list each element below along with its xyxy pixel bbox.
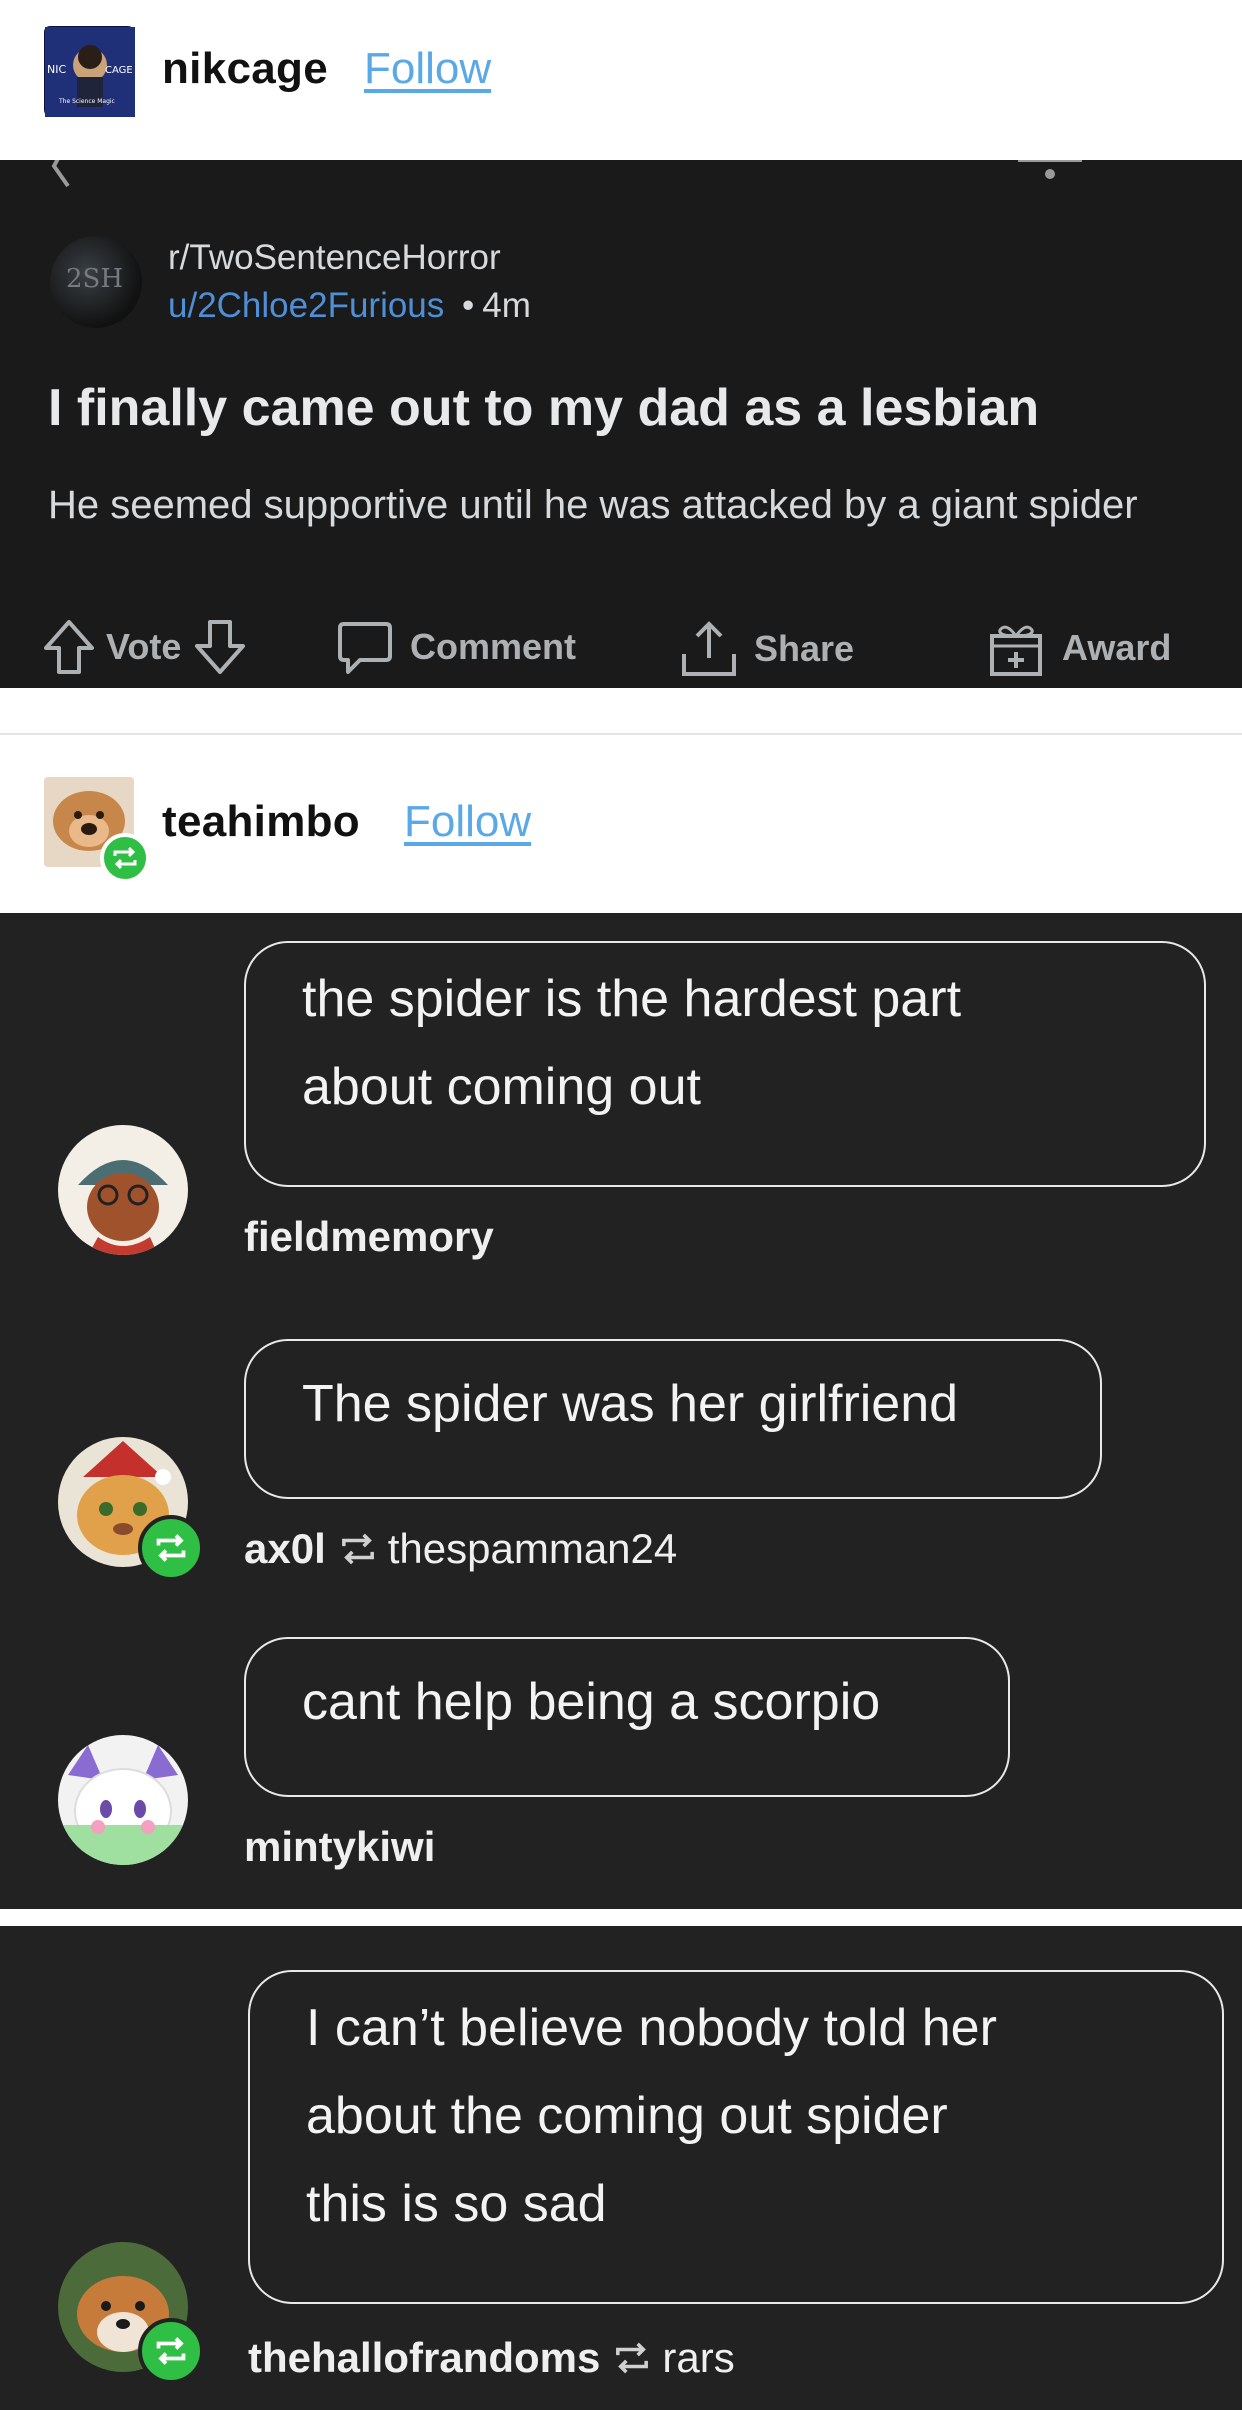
post-time: 4m <box>482 286 531 325</box>
fieldmemory-avatar-image <box>58 1125 188 1255</box>
chat-text-line: I can’t believe nobody told her <box>306 1999 997 2057</box>
downvote-arrow-icon[interactable] <box>193 618 247 676</box>
chat-text-line: about coming out <box>302 1058 701 1116</box>
reblog-badge <box>138 1515 204 1581</box>
post-header-teahimbo: teahimbo Follow <box>0 735 1242 913</box>
nikcage-avatar-image: NIC CAGE The Science Magic <box>45 27 135 117</box>
reddit-post-title: I finally came out to my dad as a lesbia… <box>48 379 1040 437</box>
fieldmemory-avatar[interactable] <box>58 1125 188 1255</box>
reddit-action-bar: Vote Comment Share Award <box>0 610 1242 680</box>
vote-label: Vote <box>106 626 182 667</box>
comment-author[interactable]: mintykiwi <box>244 1823 435 1871</box>
post-header-nikcage: NIC CAGE The Science Magic nikcage Follo… <box>0 0 1242 160</box>
avatar-text-subtitle: The Science Magic <box>58 98 115 105</box>
author-name: mintykiwi <box>244 1823 436 1870</box>
avatar-text-cage: CAGE <box>105 65 133 76</box>
nikcage-avatar[interactable]: NIC CAGE The Science Magic <box>44 26 135 117</box>
upvote-arrow-icon[interactable] <box>42 618 96 676</box>
vote-group: Vote <box>42 618 247 676</box>
reblog-chain-panel-2: I can’t believe nobody told her about th… <box>0 1926 1242 2410</box>
comment-button[interactable]: Comment <box>336 618 576 676</box>
chat-bubble: I can’t believe nobody told her about th… <box>248 1970 1224 2304</box>
reblog-arrows-icon <box>616 2342 649 2374</box>
share-upload-icon <box>682 621 736 676</box>
reblog-icon <box>156 2337 186 2365</box>
subreddit-avatar-text: 2SH <box>66 264 124 294</box>
award-label: Award <box>1062 627 1172 668</box>
post-username[interactable]: nikcage <box>162 44 328 94</box>
chat-text-line: cant help being a scorpio <box>302 1673 881 1731</box>
comment-author[interactable]: fieldmemory <box>244 1213 494 1261</box>
chat-text-line: this is so sad <box>306 2175 607 2233</box>
follow-link[interactable]: Follow <box>404 797 531 847</box>
reblog-icon <box>156 1534 186 1562</box>
meta-separator: • <box>462 286 475 325</box>
chat-bubble: cant help being a scorpio <box>244 1637 1010 1797</box>
subreddit-name[interactable]: r/TwoSentenceHorror <box>168 238 501 278</box>
reddit-post-screenshot: 2SH r/TwoSentenceHorror u/2Chloe2Furious… <box>0 160 1242 688</box>
thehallofrandoms-avatar[interactable] <box>58 2242 204 2384</box>
back-chevron-icon <box>51 160 70 188</box>
chat-bubble: the spider is the hardest part about com… <box>244 941 1206 1187</box>
reblog-arrows-icon <box>341 1533 374 1565</box>
ax0l-avatar[interactable] <box>58 1437 204 1581</box>
teahimbo-avatar[interactable] <box>44 777 150 883</box>
comment-bubble-icon <box>338 622 392 674</box>
author-name: thehallofrandoms <box>248 2334 601 2381</box>
reblog-badge <box>100 833 150 883</box>
more-icon <box>1018 160 1082 179</box>
chat-text-line: about the coming out spider <box>306 2087 948 2145</box>
follow-link[interactable]: Follow <box>364 44 491 94</box>
comment-label: Comment <box>410 626 577 667</box>
reblogged-from-name[interactable]: thespamman24 <box>388 1525 678 1573</box>
author-name: ax0l <box>244 1525 326 1572</box>
chat-bubble: The spider was her girlfriend <box>244 1339 1102 1499</box>
reblog-icon <box>113 846 137 870</box>
reddit-username[interactable]: u/2Chloe2Furious <box>168 286 444 325</box>
post-username[interactable]: teahimbo <box>162 797 360 847</box>
reblogged-from-name[interactable]: rars <box>662 2334 734 2382</box>
comment-author[interactable]: ax0l thespamman24 <box>244 1525 677 1573</box>
share-label: Share <box>754 628 855 669</box>
mintykiwi-avatar[interactable] <box>58 1735 188 1865</box>
reblog-chain-panel: the spider is the hardest part about com… <box>0 913 1242 1909</box>
avatar-text-nic: NIC <box>47 63 66 76</box>
share-button[interactable]: Share <box>680 618 854 680</box>
chat-text-line: the spider is the hardest part <box>302 970 962 1028</box>
award-gift-icon <box>990 625 1042 676</box>
comment-author[interactable]: thehallofrandoms rars <box>248 2334 735 2382</box>
mintykiwi-avatar-image <box>58 1735 188 1865</box>
chat-text-line: The spider was her girlfriend <box>302 1375 959 1433</box>
subreddit-avatar[interactable]: 2SH <box>50 236 142 328</box>
award-button[interactable]: Award <box>986 618 1171 678</box>
reblog-badge <box>138 2318 204 2384</box>
reddit-post-body: He seemed supportive until he was attack… <box>48 483 1138 527</box>
author-name: fieldmemory <box>244 1213 494 1260</box>
post-meta: u/2Chloe2Furious • 4m <box>168 286 531 326</box>
